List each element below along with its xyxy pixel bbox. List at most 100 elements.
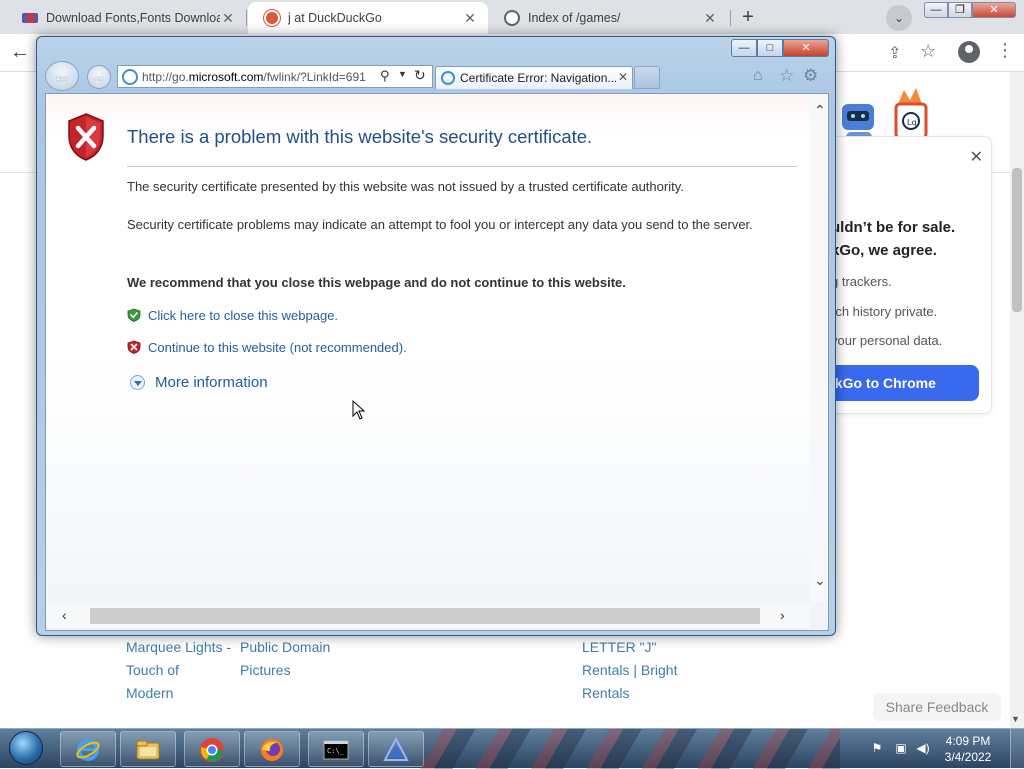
ie-tab-certificate-error[interactable]: Certificate Error: Navigation... ✕ [435,66,633,89]
scroll-right-arrow-icon[interactable]: › [780,607,785,623]
green-shield-check-icon [127,308,141,322]
share-icon[interactable]: ⇪ [888,43,901,63]
close-icon[interactable]: ✕ [970,147,983,167]
close-webpage-link[interactable]: Click here to close this webpage. [127,306,338,324]
gear-icon[interactable]: ⚙ [803,66,818,86]
refresh-icon[interactable]: ↻ [414,67,426,84]
result-link[interactable]: Public Domain Pictures [240,636,330,682]
close-icon[interactable]: ✕ [702,10,718,27]
share-feedback-button[interactable]: Share Feedback [873,693,1001,721]
result-link-line: Rentals | Bright [582,662,678,678]
address-url[interactable]: http://go.microsoft.com/fwlink/?LinkId=6… [142,70,378,84]
more-information-toggle[interactable]: More information [130,374,268,391]
search-icon[interactable]: ⚲ [380,68,390,84]
promo-headline: uldn’t be for sale. [831,219,956,236]
close-window-button[interactable]: ✕ [783,39,829,57]
app-triangle-icon [383,737,409,761]
result-link-line: LETTER "J" [582,639,657,655]
maximize-button[interactable]: □ [757,39,783,57]
scroll-up-arrow-icon[interactable]: ⌃ [814,102,826,119]
result-link-line: Rentals [582,685,630,701]
ie-page-icon [441,71,455,85]
red-shield-x-icon [127,340,141,354]
network-icon[interactable]: ▣ [894,741,908,755]
page-title: There is a problem with this website's s… [127,126,593,147]
taskbar-internet-explorer[interactable] [60,731,116,767]
result-link[interactable]: LETTER "J" Rentals | Bright Rentals [582,636,677,705]
taskbar-chrome[interactable] [184,731,240,767]
continue-link-label[interactable]: Continue to this website (not recommende… [148,340,407,355]
chrome-icon [200,738,224,762]
profile-avatar-icon[interactable] [958,41,980,63]
taskbar-command-prompt[interactable]: C:\_ [308,731,364,767]
chrome-tab-label: Index of /games/ [528,11,621,25]
back-button[interactable]: ← [45,61,79,91]
close-icon[interactable]: ✕ [462,10,478,27]
scroll-down-arrow-icon[interactable]: ▼ [1011,714,1020,724]
mouse-cursor-icon [352,400,366,420]
restore-button[interactable]: ❐ [948,2,972,18]
svg-text:C:\_: C:\_ [327,747,345,755]
folder-icon [136,740,160,760]
close-webpage-link-label[interactable]: Click here to close this webpage. [148,308,338,323]
scrollbar-thumb[interactable] [1012,168,1022,312]
tab-divider [246,10,247,26]
new-tab-button[interactable]: + [736,6,760,30]
address-bar[interactable]: http://go.microsoft.com/fwlink/?LinkId=6… [117,65,433,88]
chrome-tab-index-games[interactable]: Index of /games/ ✕ [488,2,728,34]
ie-page-icon [122,69,138,85]
title-divider [127,166,797,167]
action-center-flag-icon[interactable]: ⚑ [870,741,884,755]
continue-to-website-link[interactable]: Continue to this website (not recommende… [127,338,407,356]
page-scrollbar[interactable] [1010,72,1024,728]
taskbar-firefox[interactable] [244,731,300,767]
scrollbar-thumb[interactable] [90,608,760,624]
taskbar-wallpaper-peek [420,729,840,769]
back-button[interactable]: ← [10,41,30,64]
volume-icon[interactable]: ◀) [916,741,930,755]
chrome-menu-button[interactable]: ⋮ [996,40,1014,61]
svg-text:Lq: Lq [907,118,917,127]
close-icon[interactable]: ✕ [220,10,236,27]
tab-search-button[interactable]: ⌄ [886,5,912,31]
clock-time[interactable]: 4:09 PM [938,734,998,748]
promo-bullet: g trackers. [831,274,892,289]
cert-paragraph: Security certificate problems may indica… [127,217,753,232]
start-button[interactable] [2,729,50,769]
result-link-line: Public Domain [240,639,331,655]
add-duckduckgo-to-chrome-button[interactable]: ckGo to Chrome [821,365,979,401]
vertical-scrollbar[interactable]: ⌃ ⌄ [810,94,828,602]
command-prompt-icon: C:\_ [323,740,349,760]
chevron-down-icon[interactable]: ▼ [398,69,407,79]
chrome-tab-duckduckgo[interactable]: j at DuckDuckGo ✕ [248,2,488,34]
chrome-tab-label: Download Fonts,Fonts Download [46,11,220,25]
bookmark-star-icon[interactable]: ☆ [920,41,936,62]
home-icon[interactable]: ⌂ [753,67,763,85]
minimize-button[interactable]: — [731,39,757,57]
cert-paragraph: The security certificate presented by th… [127,179,684,194]
internet-explorer-icon [76,739,100,761]
more-information-label[interactable]: More information [155,374,268,391]
scroll-left-arrow-icon[interactable]: ‹ [62,607,67,623]
new-tab-button[interactable] [634,66,660,89]
clock-date[interactable]: 3/4/2022 [938,750,998,764]
chrome-tab-download-fonts[interactable]: Download Fonts,Fonts Download ✕ [6,2,246,34]
chrome-tab-label: j at DuckDuckGo [288,11,382,25]
promo-bullet: rch history private. [831,304,938,319]
horizontal-scrollbar[interactable]: ‹ › [46,604,810,628]
show-desktop-button[interactable] [1010,729,1024,769]
close-window-button[interactable]: ✕ [972,2,1016,18]
result-link-line: Pictures [240,662,291,678]
red-shield-x-icon [68,113,104,161]
taskbar-app[interactable] [368,731,424,767]
favorites-star-icon[interactable]: ☆ [779,66,794,86]
minimize-button[interactable]: — [924,2,948,18]
certificate-error-page: There is a problem with this website's s… [45,93,829,631]
globe-icon [504,10,520,26]
promo-bullet: your personal data. [831,333,943,348]
result-link[interactable]: Marquee Lights - Touch of Modern [126,636,231,705]
scroll-down-arrow-icon[interactable]: ⌄ [814,572,826,589]
taskbar-file-explorer[interactable] [120,731,176,767]
close-icon[interactable]: ✕ [618,70,628,84]
forward-button[interactable]: → [87,65,111,89]
